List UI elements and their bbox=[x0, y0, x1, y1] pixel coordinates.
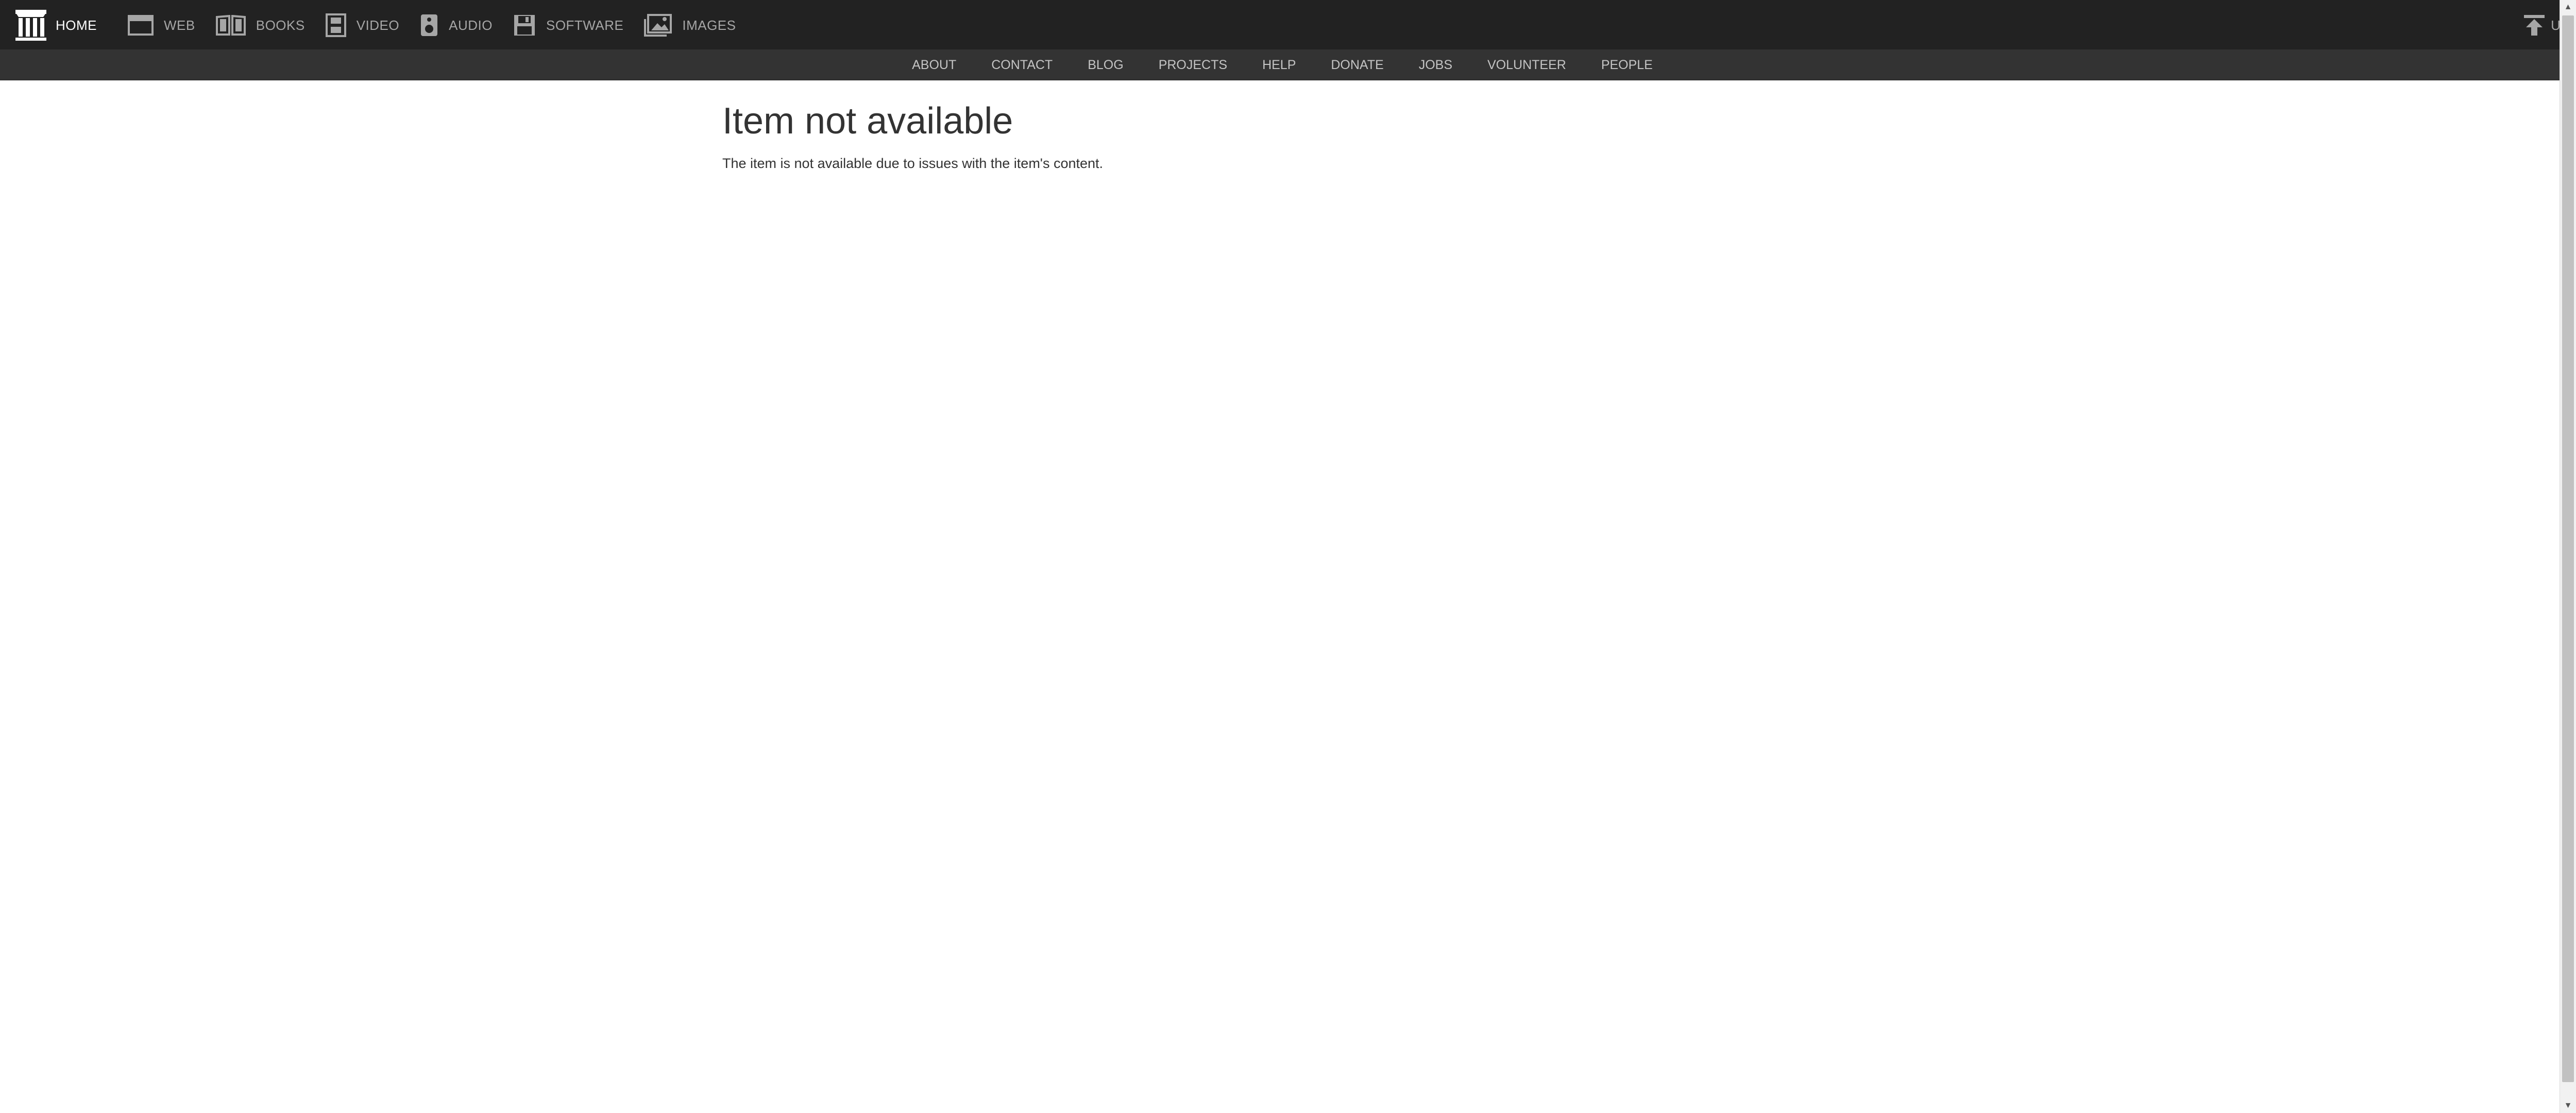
archive-logo-icon bbox=[13, 8, 48, 43]
nav-video-label: VIDEO bbox=[356, 17, 400, 33]
nav-video[interactable]: VIDEO bbox=[325, 13, 400, 37]
page-title: Item not available bbox=[722, 100, 1013, 142]
web-icon bbox=[128, 15, 154, 36]
scroll-down-arrow-icon[interactable]: ▼ bbox=[2560, 1099, 2576, 1113]
nav-images[interactable]: IMAGES bbox=[644, 14, 736, 37]
nav-audio-label: AUDIO bbox=[449, 17, 493, 33]
subnav-help[interactable]: HELP bbox=[1262, 58, 1296, 73]
nav-home-label: HOME bbox=[56, 17, 97, 33]
nav-images-label: IMAGES bbox=[682, 17, 736, 33]
upload-icon bbox=[2523, 14, 2546, 37]
subnav-about[interactable]: ABOUT bbox=[912, 58, 956, 73]
subnav-jobs[interactable]: JOBS bbox=[1419, 58, 1452, 73]
subnav-contact[interactable]: CONTACT bbox=[991, 58, 1053, 73]
subnav-projects[interactable]: PROJECTS bbox=[1159, 58, 1227, 73]
book-icon bbox=[215, 15, 246, 36]
nav-web[interactable]: WEB bbox=[128, 15, 195, 36]
subnav-volunteer[interactable]: VOLUNTEER bbox=[1487, 58, 1566, 73]
media-nav: HOME WEB BOOKS VIDEO AUDIO SOFTWARE IMAG… bbox=[13, 0, 757, 50]
subnav-people[interactable]: PEOPLE bbox=[1601, 58, 1653, 73]
nav-audio[interactable]: AUDIO bbox=[420, 13, 493, 37]
secondary-nav-links: ABOUT CONTACT BLOG PROJECTS HELP DONATE … bbox=[894, 58, 1670, 73]
nav-software-label: SOFTWARE bbox=[546, 17, 624, 33]
nav-books-label: BOOKS bbox=[256, 17, 305, 33]
nav-books[interactable]: BOOKS bbox=[215, 15, 305, 36]
nav-software[interactable]: SOFTWARE bbox=[513, 14, 623, 37]
nav-web-label: WEB bbox=[164, 17, 195, 33]
speaker-icon bbox=[420, 13, 438, 37]
scrollbar-thumb[interactable] bbox=[2562, 15, 2574, 1082]
vertical-scrollbar[interactable]: ▲ ▼ bbox=[2560, 0, 2576, 1113]
top-navigation: HOME WEB BOOKS VIDEO AUDIO SOFTWARE IMAG… bbox=[0, 0, 2576, 50]
error-message: The item is not available due to issues … bbox=[722, 156, 1104, 171]
film-icon bbox=[325, 13, 346, 37]
subnav-blog[interactable]: BLOG bbox=[1088, 58, 1123, 73]
secondary-navigation: ABOUT CONTACT BLOG PROJECTS HELP DONATE … bbox=[0, 50, 2576, 80]
floppy-disk-icon bbox=[513, 14, 536, 37]
nav-home[interactable]: HOME bbox=[13, 8, 97, 43]
main-content: Item not available The item is not avail… bbox=[722, 93, 1959, 172]
image-icon bbox=[644, 14, 672, 37]
subnav-donate[interactable]: DONATE bbox=[1331, 58, 1383, 73]
scroll-up-arrow-icon[interactable]: ▲ bbox=[2560, 0, 2576, 14]
